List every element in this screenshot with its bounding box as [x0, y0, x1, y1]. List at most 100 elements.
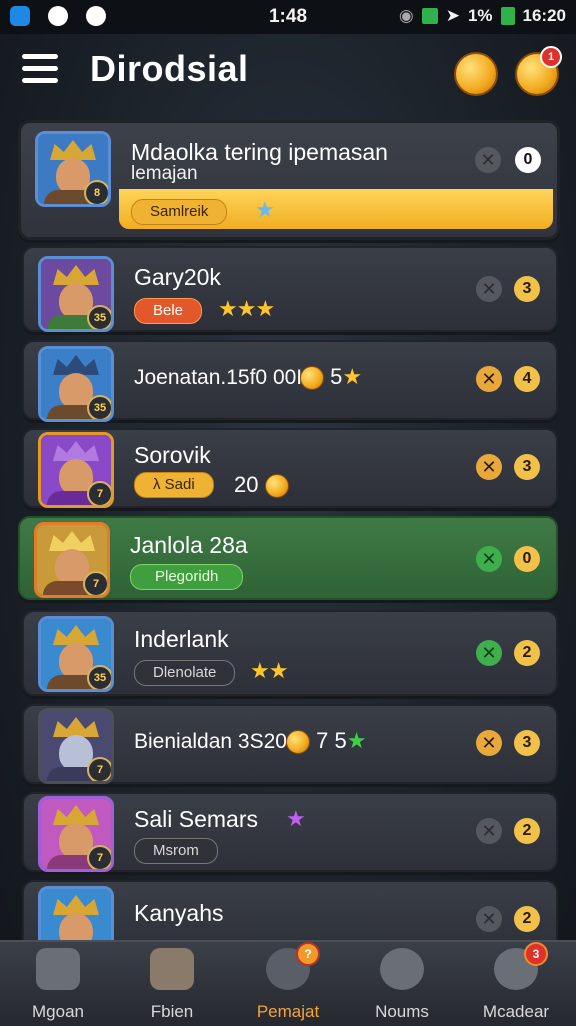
- nav-label: Mgoan: [32, 1002, 84, 1021]
- level-badge: 35: [87, 395, 111, 419]
- avatar: 7: [38, 708, 114, 784]
- level-badge: 35: [87, 305, 111, 329]
- signal-icon: ➤: [445, 6, 460, 25]
- remove-button[interactable]: ✕: [476, 366, 502, 392]
- remove-button[interactable]: ✕: [476, 906, 502, 932]
- timer-icon: [380, 948, 424, 990]
- action-count-button[interactable]: 3: [514, 454, 540, 480]
- character-icon: [36, 948, 80, 990]
- level-badge: 8: [84, 180, 108, 204]
- level-badge: 7: [83, 571, 107, 595]
- emblem-icon: ?: [266, 942, 320, 990]
- accept-button[interactable]: ✕: [476, 640, 502, 666]
- action-count-button[interactable]: 4: [514, 366, 540, 392]
- status-pill: Samlreik: [131, 199, 228, 225]
- status-pill: Msrom: [134, 838, 218, 864]
- coin-icon: [264, 474, 289, 499]
- coin-icon: [300, 366, 324, 391]
- action-count-button[interactable]: 2: [514, 818, 540, 844]
- green-star-icon: ★: [346, 728, 367, 753]
- notification-badge: 1: [540, 46, 562, 68]
- list-item[interactable]: 8 Mdaolka tering ipemasan lemajan Samlre…: [18, 120, 560, 240]
- player-name: Kanyahs: [134, 900, 224, 926]
- action-count-button[interactable]: 0: [515, 147, 541, 173]
- coin-reward: 7 5★: [286, 728, 367, 755]
- hamburger-menu-icon[interactable]: [22, 54, 58, 88]
- nav-badge: ?: [296, 942, 320, 966]
- chat-icon: 3: [494, 942, 548, 990]
- remove-button[interactable]: ✕: [476, 818, 502, 844]
- page-title: Dirodsial: [90, 48, 249, 89]
- nav-item-home[interactable]: Mgoan: [8, 948, 108, 1024]
- player-name: Bienialdan 3S20: [134, 730, 287, 753]
- star-icon: ★: [342, 364, 363, 389]
- status-pill: Plegoridh: [130, 564, 244, 590]
- status-pill: Dlenolate: [134, 660, 236, 686]
- list-item[interactable]: 35 Gary20k Bele ★★★ ✕ 3: [22, 246, 558, 332]
- avatar: 7: [38, 796, 114, 872]
- reward-value: 20: [234, 472, 259, 497]
- avatar: 8: [35, 131, 111, 207]
- remove-button[interactable]: ✕: [475, 147, 501, 173]
- action-count-button[interactable]: 3: [514, 276, 540, 302]
- action-count-button[interactable]: 0: [514, 546, 540, 572]
- reward-value: 7 5: [316, 728, 347, 753]
- list-item[interactable]: 7 Sorovik λ Sadi 20 ✕ 3: [22, 428, 558, 508]
- action-count-button[interactable]: 2: [514, 640, 540, 666]
- avatar: 35: [38, 256, 114, 332]
- battery-icon: [500, 7, 515, 25]
- nav-label: Fbien: [150, 1002, 194, 1021]
- nav-label: Pemajat: [256, 1002, 320, 1021]
- accept-button[interactable]: ✕: [476, 546, 502, 572]
- coin-reward: 5★: [300, 364, 363, 391]
- player-subtitle: lemajan: [131, 163, 198, 184]
- status-clock: 16:20: [522, 6, 566, 25]
- reward-value: 5: [330, 364, 343, 389]
- rating-stars: ★★: [250, 658, 288, 683]
- status-pill: λ Sadi: [134, 472, 214, 498]
- nav-item-active[interactable]: ? Pemajat: [238, 942, 338, 1024]
- bottom-navigation: Mgoan Fbien ? Pemajat Noums 3 Mcadear: [0, 940, 576, 1026]
- level-badge: 7: [87, 481, 111, 505]
- player-name: Inderlank: [134, 626, 229, 652]
- player-name: Sorovik: [134, 442, 211, 468]
- remove-button[interactable]: ✕: [476, 454, 502, 480]
- sync-icon: ◉: [398, 6, 414, 25]
- list-item[interactable]: 7 Sali Semars ★ Msrom ✕ 2: [22, 792, 558, 872]
- coin-icon: [286, 730, 310, 755]
- avatar: 7: [38, 432, 114, 508]
- remove-button[interactable]: ✕: [476, 276, 502, 302]
- rating-stars: ★★★: [218, 296, 275, 321]
- nav-label: Noums: [375, 1002, 429, 1021]
- list-item[interactable]: 35 Inderlank Dlenolate ★★ ✕ 2: [22, 610, 558, 696]
- action-count-button[interactable]: 2: [514, 906, 540, 932]
- nav-badge: 3: [524, 942, 548, 966]
- player-name: Janlola 28a: [130, 532, 248, 558]
- nav-item-notifications[interactable]: Noums: [352, 948, 452, 1024]
- level-badge: 35: [87, 665, 111, 689]
- blue-star-icon: ★: [255, 197, 275, 222]
- nav-item-friends[interactable]: Fbien: [122, 948, 222, 1024]
- house-icon: [150, 948, 194, 990]
- friends-icon[interactable]: [454, 52, 498, 96]
- avatar: 35: [38, 346, 114, 422]
- avatar: 35: [38, 616, 114, 692]
- player-name: Mdaolka tering ipemasan: [131, 139, 388, 165]
- coin-reward: 20: [234, 472, 289, 499]
- action-count-button[interactable]: 3: [514, 730, 540, 756]
- remove-button[interactable]: ✕: [476, 730, 502, 756]
- nav-item-messages[interactable]: 3 Mcadear: [466, 942, 566, 1024]
- list-item[interactable]: 7 Janlola 28a Plegoridh ✕ 0: [18, 516, 558, 600]
- level-badge: 7: [87, 757, 111, 781]
- status-pill: Bele: [134, 298, 203, 324]
- level-badge: 7: [87, 845, 111, 869]
- list-item[interactable]: 35 Joenatan.15f0 00I 5★ ✕ 4: [22, 340, 558, 422]
- list-item[interactable]: 7 Bienialdan 3S20 7 5★ ✕ 3: [22, 704, 558, 784]
- purple-star-icon: ★: [286, 806, 306, 831]
- app-status-icon: [421, 8, 438, 24]
- battery-percent: 1%: [467, 6, 493, 25]
- player-name: Joenatan.15f0 00I: [134, 366, 303, 389]
- player-name: Gary20k: [134, 264, 221, 290]
- nav-label: Mcadear: [482, 1002, 550, 1021]
- avatar: 7: [34, 522, 110, 598]
